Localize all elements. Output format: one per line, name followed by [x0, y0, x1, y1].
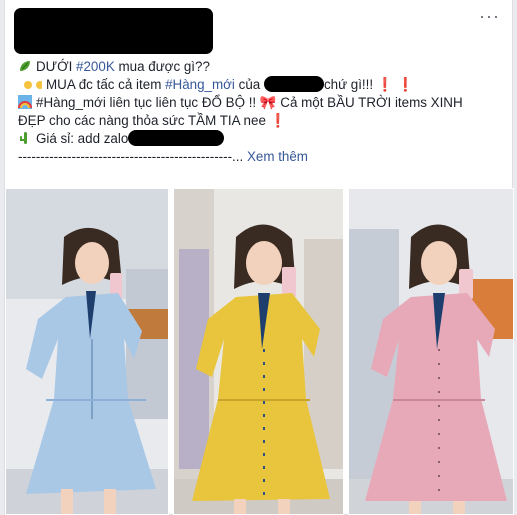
photo-grid [5, 188, 514, 515]
yellow-dress-photo[interactable] [173, 188, 344, 515]
post-line-1: DƯỚI #200K mua được gì?? [18, 58, 498, 76]
post-text: DƯỚI #200K mua được gì?? MUA đc tấc cả i… [18, 58, 498, 166]
hashtag-200k[interactable]: #200K [76, 59, 115, 74]
exclamation-icon: ❗ [265, 113, 287, 128]
post-line-2: MUA đc tấc cả item #Hàng_mới của chứ gì!… [18, 76, 498, 94]
leaf-icon [20, 61, 30, 71]
pink-dress-photo[interactable] [348, 188, 514, 515]
cactus-icon [20, 132, 27, 144]
rainbow-icon [18, 95, 32, 109]
redacted-shop-name [263, 76, 324, 92]
redacted-zalo-number [128, 130, 225, 146]
post-line-3: #Hàng_mới liên tục liên tục ĐỔ BỘ !! 🎀 C… [18, 94, 498, 112]
post-line-4: ĐẸP cho các nàng thỏa sức TẦM TIA nee ❗ [18, 113, 287, 128]
hashtag-hang-moi[interactable]: #Hàng_mới [165, 77, 235, 92]
pointing-hands-icon [24, 81, 42, 89]
post-line-6: ----------------------------------------… [18, 149, 308, 164]
facebook-post: ··· DƯỚI #200K mua được gì?? MUA đc tấc … [4, 0, 514, 515]
more-options-icon[interactable]: ··· [479, 6, 500, 27]
ribbon-icon: 🎀 [259, 95, 281, 110]
exclamation-icon: ❗ ❗ [373, 77, 414, 92]
redacted-author-name [14, 8, 213, 54]
post-line-5: Giá sỉ: add zalo [18, 130, 498, 148]
see-more-link[interactable]: Xem thêm [247, 149, 308, 164]
blue-dress-photo[interactable] [5, 188, 169, 515]
